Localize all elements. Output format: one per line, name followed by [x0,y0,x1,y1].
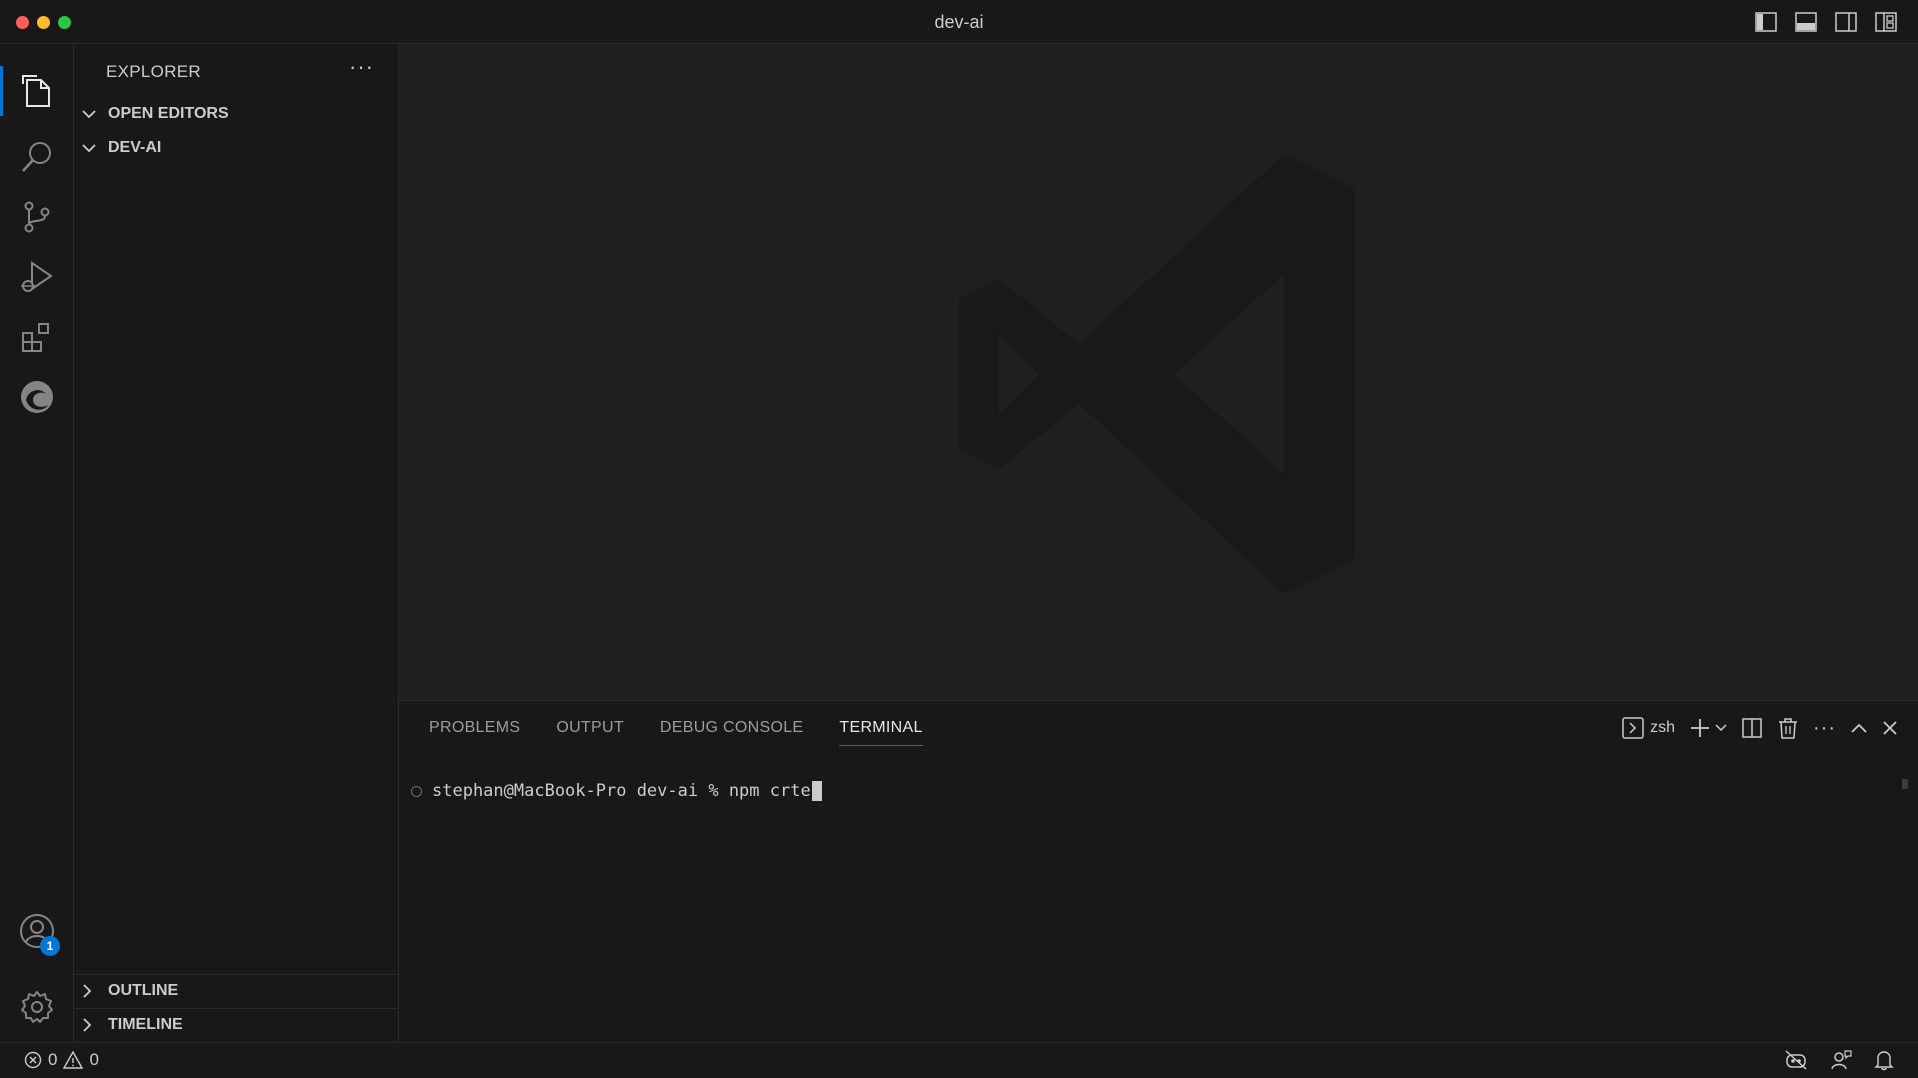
terminal-line[interactable]: stephan@MacBook-Pro dev-ai % npm crte [411,781,822,801]
status-right [1784,1049,1894,1071]
toggle-panel-icon[interactable] [1794,10,1818,34]
error-icon [24,1051,42,1069]
shell-name: zsh [1650,719,1676,736]
panel-actions: zsh ··· [1622,715,1898,741]
chevron-right-icon [82,983,98,998]
section-label: OUTLINE [108,981,179,999]
terminal-prompt: stephan@MacBook-Pro dev-ai % [432,781,729,801]
extensions-icon[interactable] [0,304,74,370]
chevron-right-icon [82,1017,98,1032]
command-decoration-icon [411,785,422,797]
title-bar: dev-ai [0,0,1918,44]
plus-icon [1691,719,1710,737]
chevron-down-icon [82,143,98,153]
close-icon [1883,721,1897,735]
terminal-input[interactable]: npm crte [729,781,811,801]
more-actions-icon[interactable]: ··· [349,54,374,80]
more-actions-icon[interactable]: ··· [1813,715,1836,741]
run-and-debug-icon[interactable] [0,244,74,310]
chevron-down-icon[interactable] [1715,723,1727,733]
split-terminal-button[interactable] [1741,715,1763,741]
accounts-badge: 1 [40,936,60,956]
terminal-shell-selector[interactable]: zsh [1622,715,1675,741]
search-icon[interactable] [0,124,74,190]
warning-count: 0 [89,1050,99,1069]
toggle-primary-sidebar-icon[interactable] [1754,10,1778,34]
edge-devtools-icon[interactable] [0,364,74,430]
kill-terminal-button[interactable] [1777,715,1799,741]
window-title: dev-ai [934,12,984,32]
terminal-icon [1622,717,1644,739]
copilot-disabled-icon[interactable] [1784,1049,1808,1071]
customize-layout-icon[interactable] [1874,10,1898,34]
bell-icon[interactable] [1874,1049,1894,1071]
activity-bar: 1 [0,44,74,1042]
terminal-cursor [811,781,822,801]
accounts-icon[interactable]: 1 [0,898,74,964]
bottom-panel: PROBLEMS OUTPUT DEBUG CONSOLE TERMINAL z… [399,700,1918,1042]
section-open-editors[interactable]: OPEN EDITORS [74,98,398,130]
panel-tabs: PROBLEMS OUTPUT DEBUG CONSOLE TERMINAL [429,719,923,746]
feedback-icon[interactable] [1830,1049,1852,1071]
section-label: OPEN EDITORS [108,105,229,122]
chevron-down-icon [82,109,98,119]
explorer-sidebar: EXPLORER ··· OPEN EDITORS DEV-AI OUTLINE… [74,44,399,1042]
split-icon [1742,718,1762,738]
close-panel-button[interactable] [1882,715,1898,741]
warning-icon [63,1051,84,1069]
chevron-up-icon [1851,723,1867,733]
section-project-folder[interactable]: DEV-AI [74,132,398,164]
section-label: DEV-AI [108,139,162,156]
tab-output[interactable]: OUTPUT [556,719,624,746]
source-control-icon[interactable] [0,184,74,250]
new-terminal-button[interactable] [1689,715,1727,741]
maximize-panel-button[interactable] [1850,715,1868,741]
layout-controls [1754,10,1898,34]
trash-icon [1779,718,1798,739]
explorer-icon[interactable] [0,58,74,124]
error-count: 0 [48,1050,58,1069]
toggle-secondary-sidebar-icon[interactable] [1834,10,1858,34]
vscode-logo-watermark-icon [959,154,1354,594]
section-timeline[interactable]: TIMELINE [74,1008,398,1040]
tab-problems[interactable]: PROBLEMS [429,719,520,746]
terminal-scrollbar[interactable] [1902,779,1908,789]
section-label: TIMELINE [108,1015,183,1033]
problems-status[interactable]: 0 0 [24,1050,99,1070]
gear-icon[interactable] [0,974,74,1040]
editor-area[interactable] [399,44,1918,700]
section-outline[interactable]: OUTLINE [74,974,398,1006]
status-bar: 0 0 [0,1042,1918,1078]
sidebar-title: EXPLORER [106,62,201,81]
tab-terminal[interactable]: TERMINAL [839,719,923,746]
tab-debug-console[interactable]: DEBUG CONSOLE [660,719,804,746]
